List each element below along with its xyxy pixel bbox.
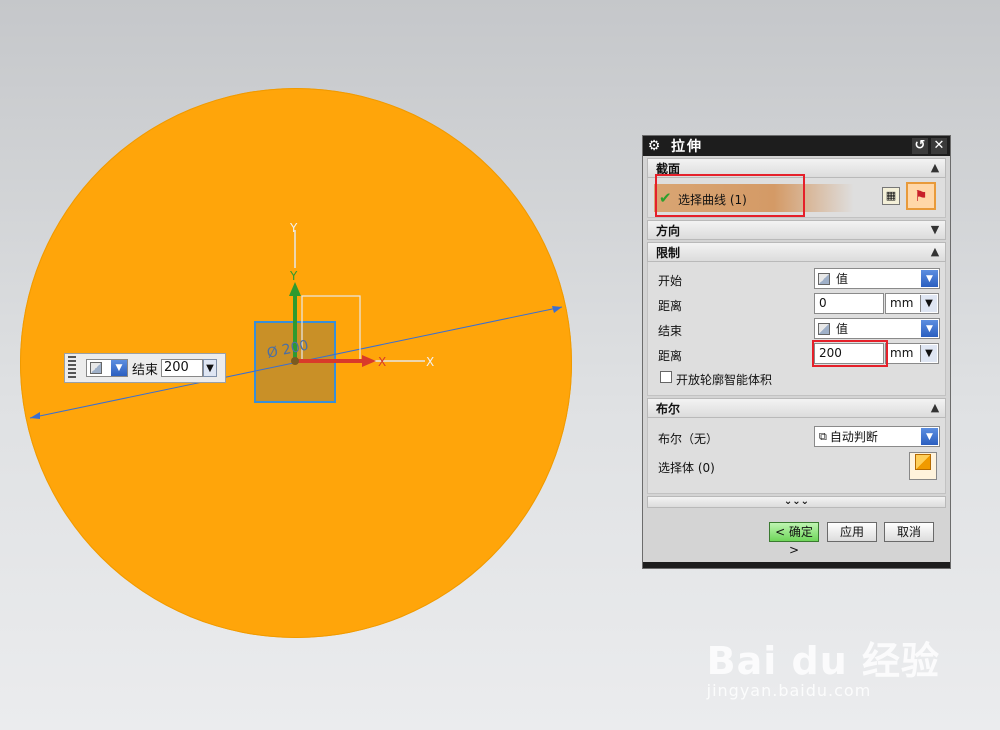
end-option-select[interactable]: 值 ▼ [814,318,940,339]
curve-selection-icon[interactable]: ⚑ [906,182,936,210]
open-profile-checkbox[interactable] [660,371,672,383]
start-distance-row: 距离 0 mm ▼ [648,291,945,316]
open-profile-label: 开放轮廓智能体积 [676,373,773,387]
direction-arrow-right-icon [552,306,562,313]
x-axis-arrow-icon [362,355,376,367]
baidu-jingyan-watermark: Bai du 经验 jingyan.baidu.com [707,630,940,700]
boolean-header-label: 布尔 [656,401,681,416]
boolean-option-select[interactable]: ⧉ 自动判断 ▼ [814,426,940,447]
direction-header-label: 方向 [656,223,681,238]
end-distance-label: 距离 [658,349,683,363]
spin-down-icon[interactable]: ▼ [203,359,218,377]
section-header-direction[interactable]: 方向 ▼ [647,220,946,240]
select-body-icon[interactable] [909,452,937,480]
ghost-box-outline [301,295,361,361]
end-option-value: 值 [836,322,849,336]
more-options-chevrons[interactable]: ⌄⌄⌄ [647,496,946,508]
floating-end-toolbar: ▼ 结束 200 ▼ [64,353,226,383]
sketch-section-icon[interactable]: ▦ [882,187,900,205]
section-header-limits[interactable]: 限制 ▲ [647,242,946,262]
y-ghost-label: Y [289,221,298,235]
highlight-box-select-curve [655,174,805,217]
boolean-unite-icon: ⧉ [819,429,827,443]
start-unit-label: mm [890,296,914,310]
dialog-bottom-border [643,562,950,568]
more-chevrons-label: ⌄⌄⌄ [783,496,810,507]
apply-button[interactable]: 应用 [827,522,877,542]
end-label: 结束 [658,324,683,338]
gear-icon[interactable]: ⚙ [647,138,661,154]
select-body-label: 选择体 (0) [658,461,715,475]
diameter-dimension-label: Ø 200 [266,337,311,361]
chevron-up-icon[interactable]: ▲ [927,244,943,260]
chevron-up-icon[interactable]: ▲ [927,160,943,176]
select-body-row: 选择体 (0) [648,449,945,485]
dialog-button-bar: < 确定 > 应用 取消 [643,508,950,557]
highlight-box-end-distance [812,340,888,367]
start-row: 开始 值 ▼ [648,266,945,291]
value-cube-icon [818,272,830,285]
spin-down-icon[interactable]: ▼ [920,295,937,312]
dialog-title: 拉伸 [671,139,703,155]
spin-down-icon[interactable]: ▼ [920,345,937,362]
open-profile-row: 开放轮廓智能体积 [648,366,945,391]
start-unit-select[interactable]: mm ▼ [885,293,939,314]
dropdown-arrow-icon: ▼ [921,270,938,287]
boolean-option-value: 自动判断 [829,430,878,444]
origin-point [291,357,299,365]
end-distance-input[interactable]: 200 [161,359,204,377]
start-distance-label: 距离 [658,299,683,313]
y-axis-label: Y [289,269,298,283]
section-body-section: ✔ 选择曲线 (1) ▦ ⚑ [647,174,946,218]
section-header-boolean[interactable]: 布尔 ▲ [647,398,946,418]
boolean-row: 布尔（无） ⧉ 自动判断 ▼ [648,424,945,449]
start-distance-input[interactable]: 0 [814,293,884,314]
ok-button[interactable]: < 确定 > [769,522,819,557]
dropdown-arrow-icon: ▼ [111,360,127,376]
section-body-boolean: 布尔（无） ⧉ 自动判断 ▼ 选择体 (0) [647,418,946,494]
section-body-limits: 开始 值 ▼ 距离 0 mm ▼ 结束 值 ▼ 距离 200 mm ▼ 开放轮廓… [647,262,946,396]
boolean-label: 布尔（无） [658,432,719,446]
limits-header-label: 限制 [656,245,681,260]
cancel-button[interactable]: 取消 [884,522,934,542]
start-option-select[interactable]: 值 ▼ [814,268,940,289]
chevron-down-icon[interactable]: ▼ [927,222,943,238]
dropdown-arrow-icon: ▼ [921,428,938,445]
start-option-value: 值 [836,272,849,286]
extrude-dialog: ⚙ 拉伸 ↺ ✕ 截面 ▲ ✔ 选择曲线 (1) ▦ ⚑ 方向 ▼ 限制 ▲ 开… [642,135,951,569]
value-cube-icon [90,362,102,374]
x-axis-label: X [378,355,386,369]
end-unit-label: mm [890,346,914,360]
x-ghost-label: X [426,355,434,369]
end-label: 结束 [132,362,159,378]
watermark-logo: Bai du 经验 [706,639,940,683]
dialog-titlebar[interactable]: ⚙ 拉伸 ↺ ✕ [643,136,950,156]
reset-icon[interactable]: ↺ [912,138,928,154]
end-distance-row: 距离 200 mm ▼ [648,340,945,367]
direction-arrow-left-icon [30,412,40,419]
end-row: 结束 值 ▼ [648,316,945,341]
end-unit-select[interactable]: mm ▼ [885,343,939,364]
dropdown-arrow-icon: ▼ [921,320,938,337]
chevron-up-icon[interactable]: ▲ [927,400,943,416]
toolbar-grip-handle[interactable] [68,356,76,380]
y-axis-arrow-icon [289,282,301,296]
start-label: 开始 [658,274,683,288]
close-icon[interactable]: ✕ [931,138,947,154]
value-cube-icon [818,322,830,335]
end-option-combo[interactable]: ▼ [86,359,128,377]
